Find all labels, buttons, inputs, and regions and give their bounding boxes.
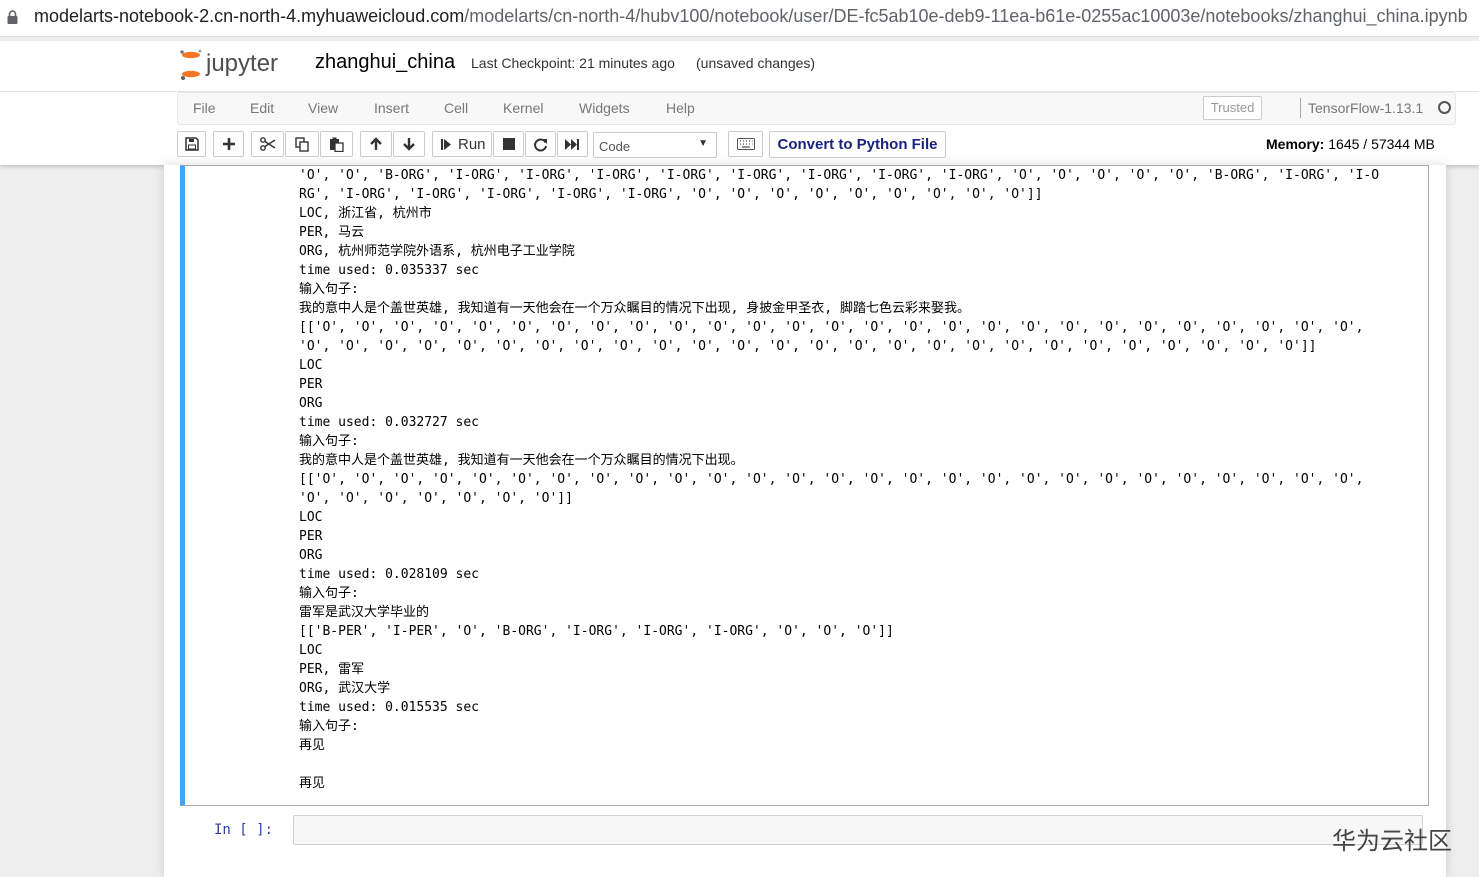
- output-line: ORG: [299, 548, 323, 563]
- save-icon: [184, 137, 199, 151]
- output-line: [['O', 'O', 'O', 'O', 'O', 'O', 'O', 'O'…: [299, 472, 1364, 487]
- url-host: modelarts-notebook-2.cn-north-4.myhuawei…: [34, 6, 465, 26]
- move-up-button[interactable]: [360, 131, 392, 157]
- address-bar[interactable]: modelarts-notebook-2.cn-north-4.myhuawei…: [0, 0, 1479, 37]
- notebook-name[interactable]: zhanghui_china: [315, 51, 455, 74]
- output-line: 输入句子:: [299, 434, 359, 449]
- arrow-up-icon: [370, 137, 382, 150]
- output-line: 输入句子:: [299, 719, 359, 734]
- convert-to-python-button[interactable]: Convert to Python File: [769, 131, 946, 158]
- paste-icon: [330, 137, 344, 152]
- menu-edit[interactable]: Edit: [250, 100, 274, 116]
- menu-view[interactable]: View: [308, 100, 338, 116]
- watermark: 华为云社区: [1332, 827, 1452, 855]
- output-line: RG', 'I-ORG', 'I-ORG', 'I-ORG', 'I-ORG',…: [299, 187, 1043, 202]
- url-path: /modelarts/cn-north-4/hubv100/notebook/u…: [464, 6, 1468, 26]
- kernel-status-icon: [1438, 101, 1451, 114]
- menubar: [177, 92, 1456, 125]
- output-line: 再见: [299, 738, 326, 753]
- menu-help[interactable]: Help: [666, 100, 695, 116]
- restart-run-all-button[interactable]: [557, 131, 588, 157]
- output-line: time used: 0.015535 sec: [299, 700, 480, 715]
- output-line: [['O', 'O', 'O', 'O', 'O', 'O', 'O', 'O'…: [299, 320, 1364, 335]
- cut-button[interactable]: [251, 131, 284, 157]
- output-line: PER: [299, 529, 323, 544]
- save-status: (unsaved changes): [696, 55, 816, 71]
- chevron-down-icon: ▼: [698, 138, 708, 149]
- output-line: time used: 0.032727 sec: [299, 415, 480, 430]
- jupyter-logo[interactable]: jupyter: [178, 47, 298, 81]
- cell-type-select[interactable]: Code ▼: [593, 132, 717, 158]
- memory-value: 1645 / 57344 MB: [1328, 136, 1435, 152]
- keyboard-icon: [736, 138, 755, 150]
- output-line: PER, 马云: [299, 225, 365, 240]
- restart-icon: [534, 138, 547, 151]
- output-line: 'O', 'O', 'B-ORG', 'I-ORG', 'I-ORG', 'I-…: [299, 168, 1380, 183]
- output-line: PER: [299, 377, 323, 392]
- output-line: 输入句子:: [299, 282, 359, 297]
- output-line: 我的意中人是个盖世英雄, 我知道有一天他会在一个万众瞩目的情况下出现。: [299, 453, 744, 468]
- interrupt-button[interactable]: [493, 131, 524, 157]
- arrow-down-icon: [403, 138, 415, 151]
- input-prompt: In [ ]:: [214, 822, 274, 838]
- output-line: LOC: [299, 643, 323, 658]
- output-line: time used: 0.035337 sec: [299, 263, 480, 278]
- output-line: 我的意中人是个盖世英雄, 我知道有一天他会在一个万众瞩目的情况下出现, 身披金甲…: [299, 301, 970, 316]
- trusted-indicator[interactable]: Trusted: [1203, 96, 1262, 120]
- menu-file[interactable]: File: [193, 100, 216, 116]
- output-line: LOC: [299, 358, 323, 373]
- output-line: 再见: [299, 776, 326, 791]
- step-forward-icon: [441, 138, 451, 150]
- output-line: PER, 雷军: [299, 662, 365, 677]
- last-checkpoint: Last Checkpoint: 21 minutes ago: [471, 55, 675, 71]
- menu-cell[interactable]: Cell: [444, 100, 468, 116]
- url-text[interactable]: modelarts-notebook-2.cn-north-4.myhuawei…: [34, 6, 1468, 27]
- output-line: 雷军是武汉大学毕业的: [299, 605, 430, 620]
- output-line: 'O', 'O', 'O', 'O', 'O', 'O', 'O', 'O', …: [299, 339, 1317, 354]
- output-line: 输入句子:: [299, 586, 359, 601]
- copy-button[interactable]: [285, 131, 319, 157]
- run-button[interactable]: Run: [432, 131, 492, 157]
- fast-forward-icon: [565, 138, 579, 150]
- cell-type-value: Code: [599, 139, 631, 154]
- output-line: LOC: [299, 510, 323, 525]
- save-button[interactable]: [177, 131, 206, 157]
- insert-cell-button[interactable]: [213, 131, 244, 157]
- output-line: [['B-PER', 'I-PER', 'O', 'B-ORG', 'I-ORG…: [299, 624, 894, 639]
- stop-icon: [502, 138, 515, 150]
- run-label: Run: [458, 135, 486, 153]
- logo-text: jupyter: [205, 50, 278, 77]
- memory-indicator: Memory: 1645 / 57344 MB: [1266, 136, 1435, 152]
- output-line: ORG, 杭州师范学院外语系, 杭州电子工业学院: [299, 244, 575, 259]
- copy-icon: [294, 136, 309, 152]
- output-line: time used: 0.028109 sec: [299, 567, 480, 582]
- output-line: LOC, 浙江省, 杭州市: [299, 206, 432, 221]
- restart-button[interactable]: [525, 131, 556, 157]
- menu-widgets[interactable]: Widgets: [579, 100, 630, 116]
- command-palette-button[interactable]: [728, 131, 763, 157]
- kernel-name: TensorFlow-1.13.1: [1308, 100, 1424, 116]
- cell-output: 'O', 'O', 'B-ORG', 'I-ORG', 'I-ORG', 'I-…: [299, 166, 1419, 793]
- menu-kernel[interactable]: Kernel: [503, 100, 543, 116]
- cut-icon: [259, 137, 275, 151]
- move-down-button[interactable]: [393, 131, 425, 157]
- memory-label: Memory:: [1266, 136, 1325, 152]
- output-line: ORG, 武汉大学: [299, 681, 391, 696]
- output-line: ORG: [299, 396, 323, 411]
- output-line: 'O', 'O', 'O', 'O', 'O', 'O', 'O']]: [299, 491, 573, 506]
- code-input-area[interactable]: [293, 815, 1423, 845]
- menubar-divider: [1300, 98, 1301, 118]
- menu-insert[interactable]: Insert: [374, 100, 409, 116]
- paste-button[interactable]: [320, 131, 353, 157]
- plus-icon: [222, 138, 235, 150]
- lock-icon: [7, 10, 18, 24]
